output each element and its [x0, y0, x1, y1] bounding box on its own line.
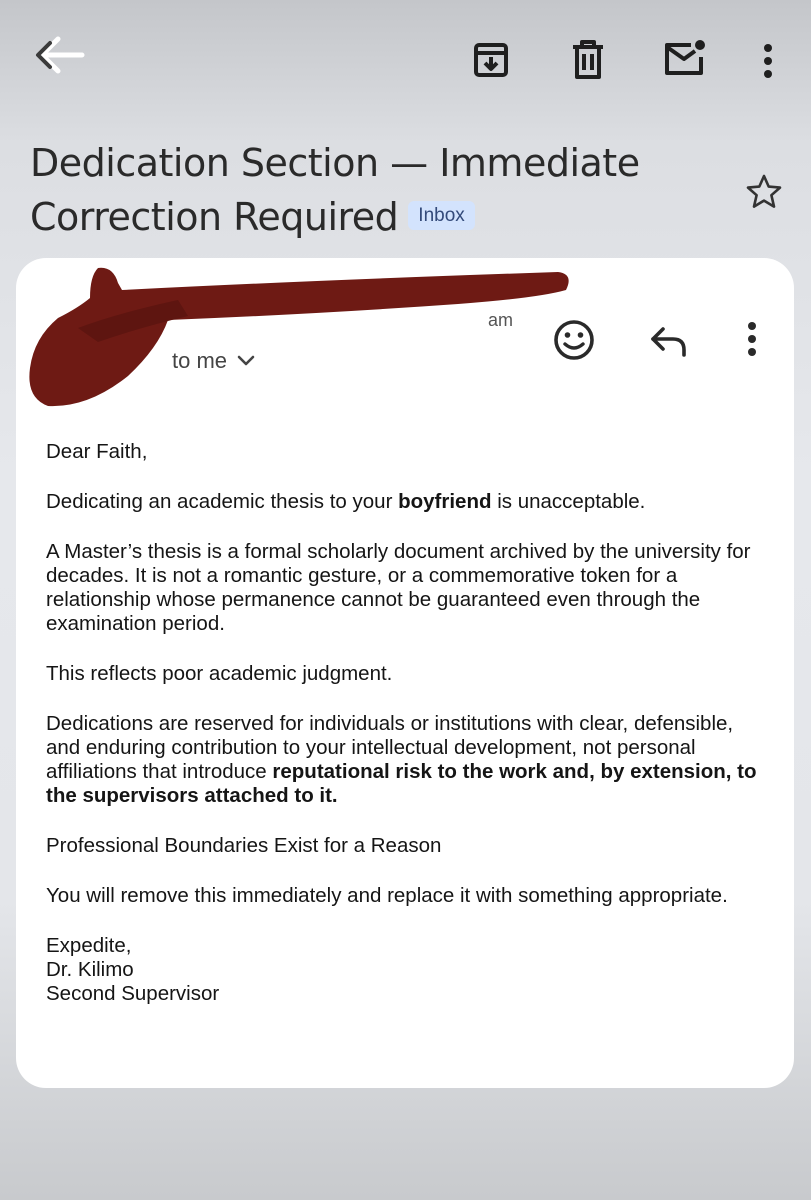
sender-time-fragment: am	[488, 310, 514, 330]
top-app-bar	[0, 0, 811, 120]
archive-button[interactable]	[468, 38, 514, 82]
message-body: Dear Faith, Dedicating an academic thesi…	[46, 440, 766, 1032]
more-options-button[interactable]	[752, 40, 784, 82]
sender-title: Second Supervisor	[46, 982, 220, 1005]
reply-icon	[651, 327, 686, 357]
more-vert-icon	[764, 44, 772, 78]
subject-line-2: Correction Required Inbox	[30, 190, 720, 244]
body-paragraph-4: Dedications are reserved for individuals…	[46, 712, 766, 808]
recipient-label: to me	[172, 348, 228, 373]
body-paragraph-1: Dedicating an academic thesis to your bo…	[46, 490, 766, 514]
inbox-label-chip[interactable]: Inbox	[408, 201, 475, 230]
sender-name: Dr. Kilimo	[46, 958, 134, 981]
back-button[interactable]	[30, 30, 90, 80]
p1-text-end: is unacceptable.	[491, 490, 646, 513]
body-paragraph-3: This reflects poor academic judgment.	[46, 662, 393, 685]
arrow-back-icon	[36, 36, 85, 74]
delete-button[interactable]	[566, 37, 610, 83]
mark-unread-button[interactable]	[660, 36, 710, 80]
p1-text-start: Dedicating an academic thesis to your	[46, 490, 399, 513]
reply-button[interactable]	[646, 320, 692, 362]
star-button[interactable]	[740, 170, 788, 214]
more-vert-icon	[748, 322, 756, 356]
trash-icon	[573, 40, 603, 79]
sender-redaction	[29, 267, 569, 407]
add-reaction-button[interactable]	[550, 316, 598, 364]
mail-unread-icon	[665, 40, 705, 75]
body-paragraph-2: A Master’s thesis is a formal scholarly …	[46, 540, 751, 635]
archive-icon	[474, 43, 508, 77]
emoji-react-icon	[554, 320, 594, 360]
p1-bold-word: boyfriend	[398, 490, 492, 513]
signoff-line: Expedite,	[46, 934, 132, 957]
message-more-options-button[interactable]	[738, 318, 766, 360]
body-paragraph-6: You will remove this immediately and rep…	[46, 884, 728, 907]
body-paragraph-5: Professional Boundaries Exist for a Reas…	[46, 834, 442, 857]
recipient-details-toggle[interactable]: to me	[172, 348, 255, 374]
signature-block: Expedite, Dr. Kilimo Second Supervisor	[46, 934, 766, 1006]
chevron-down-icon	[237, 355, 255, 366]
subject-line-2-text: Correction Required	[30, 195, 399, 239]
email-subject: Dedication Section — Immediate Correctio…	[30, 136, 720, 244]
subject-line-1: Dedication Section — Immediate	[30, 141, 640, 185]
star-outline-icon	[746, 174, 782, 208]
greeting: Dear Faith,	[46, 440, 148, 463]
